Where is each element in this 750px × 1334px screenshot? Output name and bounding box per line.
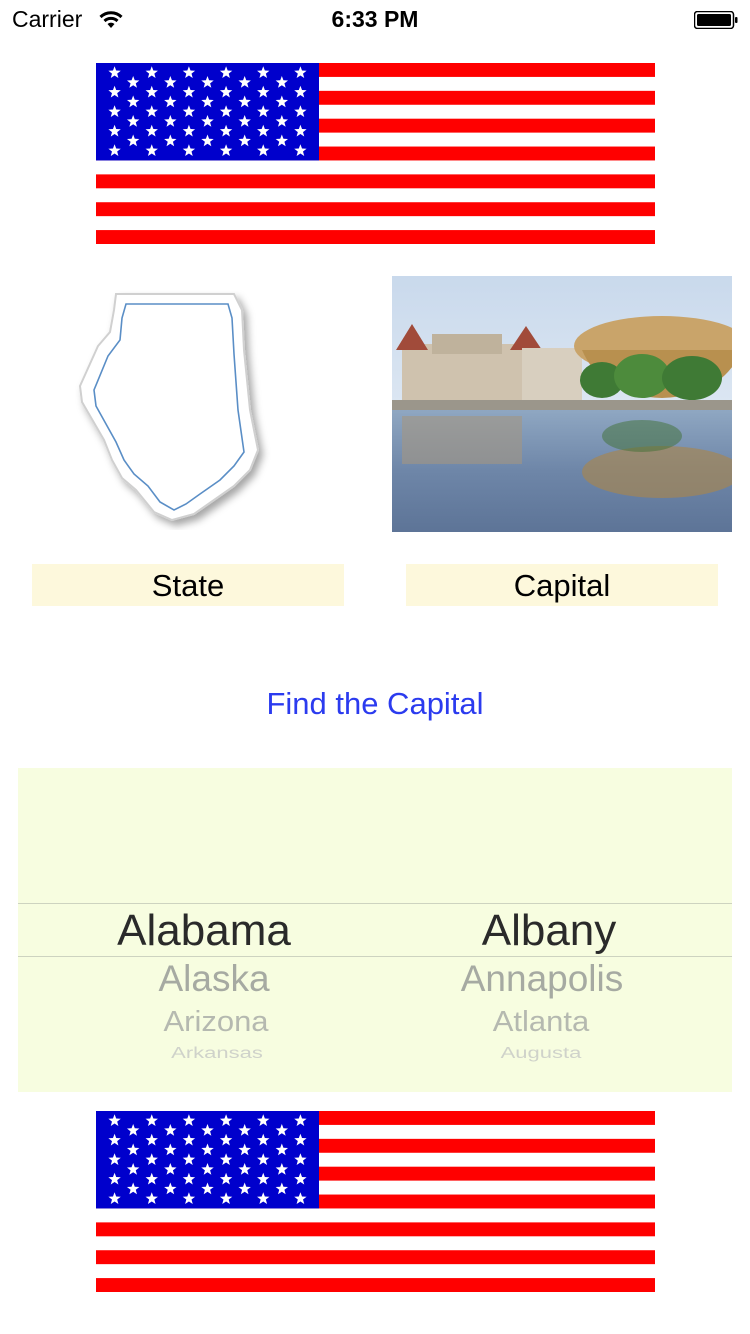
us-flag-icon [96, 63, 655, 244]
state-picker-row[interactable]: Arkansas [86, 1044, 348, 1062]
capital-picker-row[interactable]: Augusta [404, 1044, 678, 1062]
state-label: State [32, 564, 344, 606]
capital-picker-row[interactable]: Atlanta [404, 1005, 678, 1038]
find-capital-button[interactable]: Find the Capital [0, 686, 750, 722]
capital-picker-row[interactable]: Annapolis [406, 958, 678, 1000]
state-picker-column[interactable]: Alabama Alaska Arizona Arkansas [98, 768, 348, 1092]
state-capital-picker[interactable]: Alabama Alaska Arizona Arkansas Albany A… [18, 768, 732, 1092]
status-bar: Carrier 6:33 PM [0, 0, 750, 40]
us-flag-icon [96, 1111, 655, 1292]
capitol-building-photo [392, 276, 732, 532]
battery-icon [693, 10, 738, 30]
capital-label: Capital [406, 564, 718, 606]
state-picker-row[interactable]: Arizona [84, 1005, 348, 1038]
clock: 6:33 PM [331, 6, 419, 32]
capital-picker-row-selected[interactable]: Albany [420, 906, 678, 956]
state-picker-row-selected[interactable]: Alabama [60, 906, 348, 956]
capital-picker-column[interactable]: Albany Annapolis Atlanta Augusta [428, 768, 678, 1092]
state-picker-row[interactable]: Alaska [80, 958, 348, 1000]
state-outline-icon [74, 290, 274, 530]
